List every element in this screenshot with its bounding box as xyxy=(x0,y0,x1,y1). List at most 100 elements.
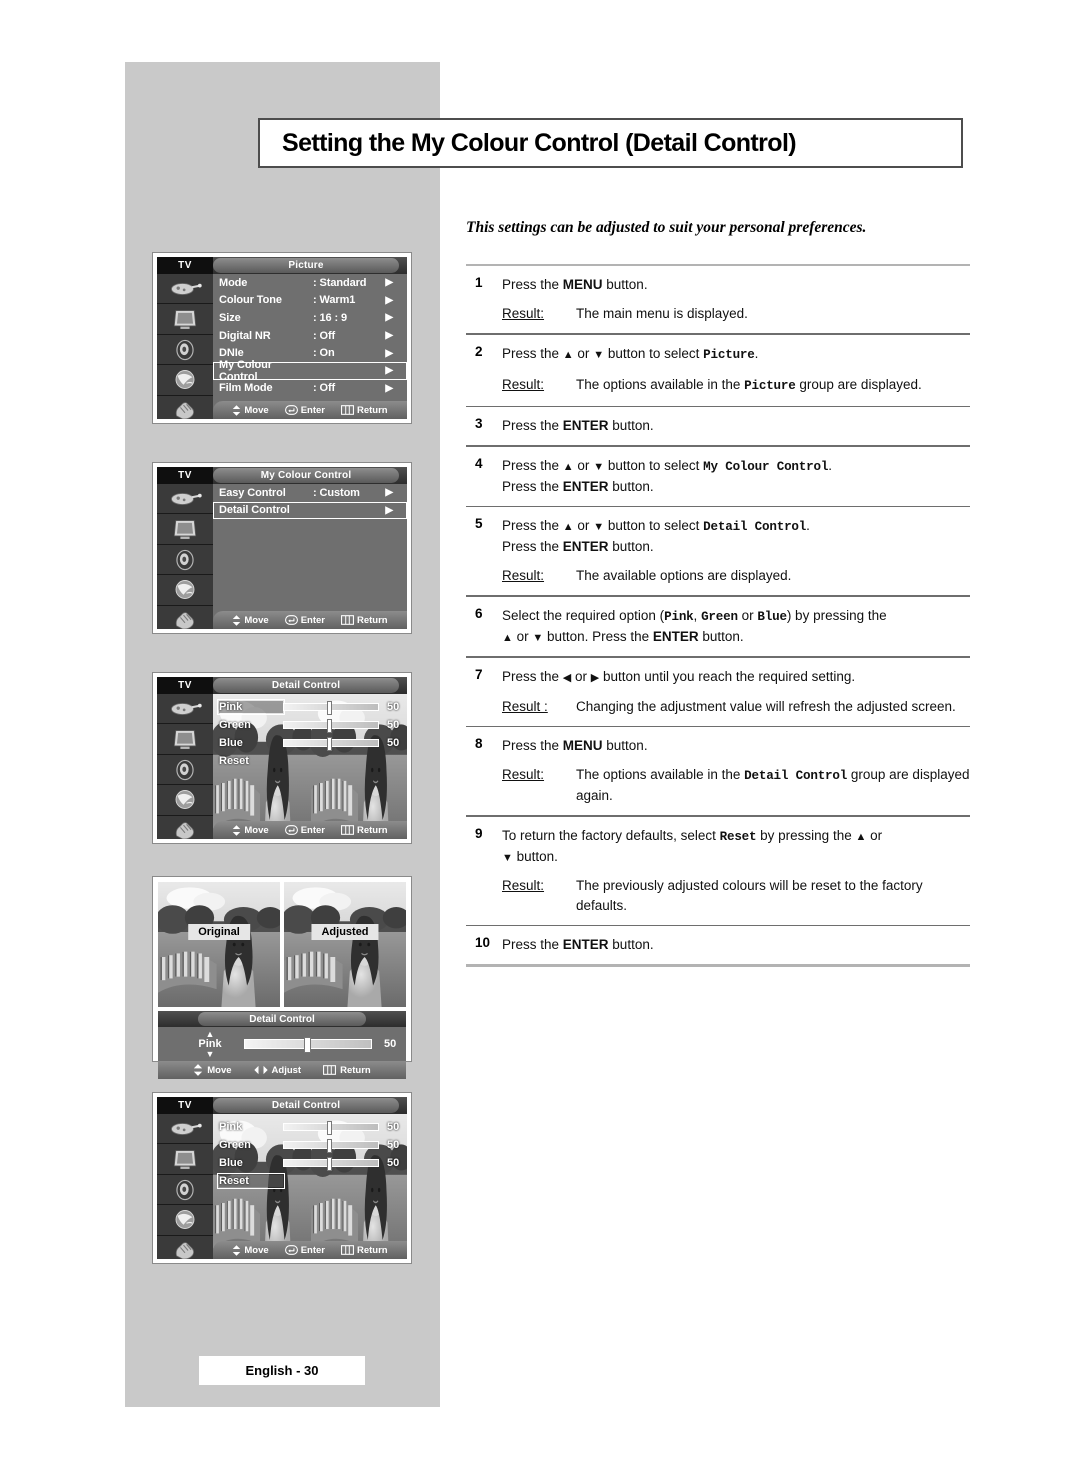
remote-icon[interactable] xyxy=(157,274,213,305)
comparison-slider-track[interactable] xyxy=(244,1037,372,1053)
slider-track[interactable] xyxy=(283,1139,379,1153)
step-result: Result: The options available in the Pict… xyxy=(502,375,970,396)
slider-track[interactable] xyxy=(283,1121,379,1135)
speaker-icon[interactable] xyxy=(157,755,213,786)
remote-icon[interactable] xyxy=(157,1114,213,1145)
page-title: Setting the My Colour Control (Detail Co… xyxy=(282,128,797,157)
speaker-icon[interactable] xyxy=(157,1175,213,1206)
menu-item-value: : Off xyxy=(313,382,336,395)
osd-detail-reset-iconbar xyxy=(157,1114,213,1259)
menu-item-value: : Off xyxy=(313,329,336,342)
slider-thumb[interactable] xyxy=(327,701,333,715)
menu-item-label: Digital NR xyxy=(219,329,271,342)
osd-tv-label: TV xyxy=(157,467,213,484)
globe-icon[interactable] xyxy=(157,785,213,816)
slider-label: Reset xyxy=(217,1173,285,1189)
step-line: Press the ENTER button. xyxy=(502,937,654,953)
step-number: 3 xyxy=(475,416,483,432)
step-result: Result: The options available in the Deta… xyxy=(502,765,970,805)
menu-item-label: Film Mode xyxy=(219,382,273,395)
menu-item[interactable]: Detail Control ▶ xyxy=(213,502,407,520)
slider-track[interactable] xyxy=(283,737,379,751)
original-label: Original xyxy=(188,924,250,940)
step-10: 10 Press the ENTER button. xyxy=(466,926,970,964)
slider-row[interactable]: Green 50 xyxy=(213,1136,407,1154)
slider-label: Green xyxy=(219,1139,251,1151)
result-text: The main menu is displayed. xyxy=(576,306,748,322)
comparison-slider-label-group: ▲ Pink ▼ xyxy=(184,1030,236,1059)
speaker-icon[interactable] xyxy=(157,545,213,576)
step-body: Press the ENTER button. xyxy=(502,935,970,954)
menu-item[interactable]: Film Mode : Off ▶ xyxy=(213,380,407,398)
slider-thumb[interactable] xyxy=(327,1139,333,1153)
menu-item[interactable]: Mode: Standard ▶ xyxy=(213,274,407,292)
result-text: The options available in the Detail Cont… xyxy=(576,767,970,804)
comparison-slider-thumb[interactable] xyxy=(304,1037,312,1053)
hint-return: Return xyxy=(341,405,388,416)
step-result: Result: The available options are display… xyxy=(502,566,970,585)
slider-thumb[interactable] xyxy=(327,1157,333,1171)
slider-track[interactable] xyxy=(283,701,379,715)
slider-thumb[interactable] xyxy=(327,719,333,733)
speaker-icon[interactable] xyxy=(157,335,213,366)
menu-item[interactable]: Size: 16 : 9 ▶ xyxy=(213,309,407,327)
slider-row[interactable]: Reset xyxy=(213,752,407,770)
menu-item-label: My Colour Control xyxy=(219,358,272,383)
tv-icon[interactable] xyxy=(157,724,213,755)
menu-item[interactable]: Colour Tone: Warm1 ▶ xyxy=(213,292,407,310)
hint-move: Move xyxy=(232,1245,269,1256)
step-number: 8 xyxy=(475,736,483,752)
chevron-right-icon: ▶ xyxy=(385,382,393,394)
hand-icon[interactable] xyxy=(157,816,213,839)
step-result: Result: The main menu is displayed. xyxy=(502,304,970,323)
step-line: Press the ◀ or ▶ button until you reach … xyxy=(502,668,856,684)
comparison-osd: Detail Control ▲ Pink ▼ 50 Move Adjust R… xyxy=(158,1011,406,1079)
menu-item[interactable]: Digital NR: Off ▶ xyxy=(213,327,407,345)
step-number: 10 xyxy=(475,935,491,951)
tv-icon[interactable] xyxy=(157,514,213,545)
slider-row[interactable]: Blue 50 xyxy=(213,734,407,752)
chevron-right-icon: ▶ xyxy=(385,277,393,289)
slider-row[interactable]: Pink 50 xyxy=(213,1118,407,1136)
hint-return: Return xyxy=(341,615,388,626)
hint-enter: Enter xyxy=(285,825,325,836)
osd-detail-reset-header: TV Detail Control xyxy=(157,1097,407,1114)
menu-item[interactable]: Easy Control: Custom ▶ xyxy=(213,484,407,502)
tv-icon[interactable] xyxy=(157,1144,213,1175)
comparison-slider-row[interactable]: ▲ Pink ▼ 50 xyxy=(158,1027,406,1061)
osd-detail-reset-title: Detail Control xyxy=(213,1098,399,1113)
slider-track[interactable] xyxy=(283,719,379,733)
slider-label: Pink xyxy=(219,1121,243,1133)
slider-row[interactable]: Green 50 xyxy=(213,716,407,734)
slider-row[interactable]: Pink 50 xyxy=(213,698,407,716)
step-line: Press the MENU button. xyxy=(502,277,648,292)
globe-icon[interactable] xyxy=(157,365,213,396)
hand-icon[interactable] xyxy=(157,1236,213,1259)
menu-item[interactable]: My Colour Control ▶ xyxy=(213,358,407,383)
hand-icon[interactable] xyxy=(157,606,213,629)
tv-icon[interactable] xyxy=(157,304,213,335)
menu-item-value: : 16 : 9 xyxy=(313,311,348,324)
chevron-right-icon: ▶ xyxy=(385,487,393,499)
slider-row[interactable]: Blue 50 xyxy=(213,1154,407,1172)
slider-row[interactable]: Reset xyxy=(213,1172,407,1190)
slider-thumb[interactable] xyxy=(327,737,333,751)
hand-icon[interactable] xyxy=(157,396,213,419)
slider-track[interactable] xyxy=(283,1157,379,1171)
step-number: 2 xyxy=(475,343,483,359)
comparison-panel: Original Adjusted Detail Control ▲ Pink … xyxy=(152,876,412,1079)
slider-value: 50 xyxy=(387,1121,400,1133)
slider-thumb[interactable] xyxy=(327,1121,333,1135)
step-line: To return the factory defaults, select R… xyxy=(502,827,883,844)
globe-icon[interactable] xyxy=(157,575,213,606)
globe-icon[interactable] xyxy=(157,1205,213,1236)
result-label: Result: xyxy=(502,568,545,584)
slider-label: Blue xyxy=(219,737,243,749)
step-4: 4 Press the ▲ or ▼ button to select My Co… xyxy=(466,447,970,506)
step-3: 3 Press the ENTER button. xyxy=(466,407,970,445)
step-line: Press the ENTER button. xyxy=(502,478,654,494)
menu-item-value: : On xyxy=(313,347,335,360)
remote-icon[interactable] xyxy=(157,484,213,515)
osd-detail-pink-title: Detail Control xyxy=(213,678,399,693)
remote-icon[interactable] xyxy=(157,694,213,725)
